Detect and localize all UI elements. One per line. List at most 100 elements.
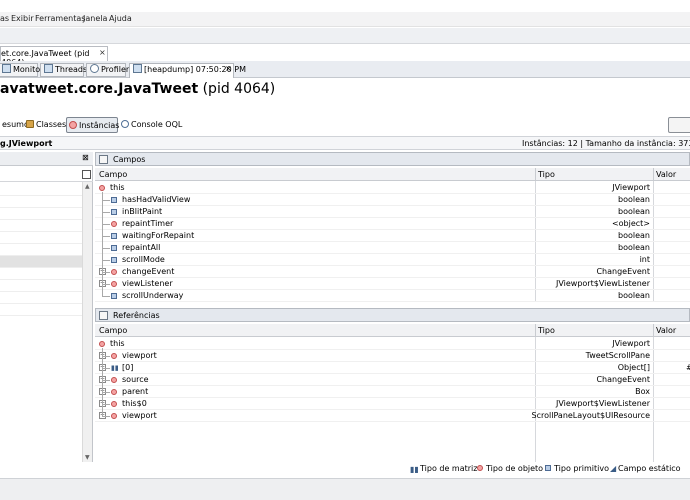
scroll-down-icon[interactable]: ▼ xyxy=(85,454,90,461)
list-item[interactable] xyxy=(0,232,82,244)
column-type[interactable]: Tipo xyxy=(538,326,555,335)
oql-icon xyxy=(121,120,129,128)
table-row[interactable]: scrollMode int xyxy=(95,254,690,266)
table-row[interactable]: +sourceChangeEvent xyxy=(95,374,690,386)
list-item[interactable] xyxy=(0,244,82,256)
references-panel-header: Referências xyxy=(95,308,690,322)
field-name: source xyxy=(122,375,149,384)
column-type[interactable]: Tipo xyxy=(538,170,555,179)
list-item[interactable] xyxy=(0,196,82,208)
field-name: viewport xyxy=(122,351,157,360)
field-name: changeEvent xyxy=(122,267,175,276)
primitive-type-icon xyxy=(111,233,117,239)
tree-line xyxy=(102,380,110,381)
list-item[interactable] xyxy=(0,220,82,232)
list-item[interactable] xyxy=(0,208,82,220)
toolbar xyxy=(0,28,690,44)
table-row[interactable]: scrollUnderway boolean xyxy=(95,290,690,302)
menu-item-tools-partial[interactable]: as xyxy=(0,14,9,23)
close-icon[interactable]: × xyxy=(99,48,106,57)
fields-icon xyxy=(99,155,108,164)
table-row[interactable]: +viewportScrollPaneLayout$UIResource xyxy=(95,410,690,422)
list-item[interactable] xyxy=(0,304,82,316)
view-instances-button[interactable]: Instâncias xyxy=(66,117,119,133)
legend-object-label: Tipo de objeto xyxy=(486,464,544,473)
table-row[interactable]: +parentBox xyxy=(95,386,690,398)
close-icon[interactable]: ⊠ xyxy=(82,153,89,162)
field-type: boolean xyxy=(618,231,650,240)
tab-threads[interactable]: Threads xyxy=(40,63,87,77)
table-row[interactable]: waitingForRepaint boolean xyxy=(95,230,690,242)
array-type-icon: ▮▮ xyxy=(111,364,119,372)
list-item[interactable] xyxy=(0,292,82,304)
static-field-icon: ◢ xyxy=(610,464,617,473)
view-classes-button[interactable]: Classes xyxy=(24,117,69,133)
column-field[interactable]: Campo xyxy=(99,326,127,335)
tab-monitor[interactable]: Monitor xyxy=(0,63,43,77)
fields-panel: Campos Campo Tipo Valor this JViewport has… xyxy=(95,152,690,302)
references-panel-title: Referências xyxy=(113,311,160,320)
field-type: boolean xyxy=(618,291,650,300)
table-row[interactable]: hasHadValidView boolean xyxy=(95,194,690,206)
table-row[interactable]: +▮▮[0]Object[]# xyxy=(95,362,690,374)
column-value[interactable]: Valor xyxy=(656,326,676,335)
project-tab[interactable]: et.core.JavaTweet (pid 4064) × xyxy=(0,46,108,67)
field-name: scrollMode xyxy=(122,255,165,264)
field-type: ChangeEvent xyxy=(596,267,650,276)
profiler-icon xyxy=(90,64,99,73)
list-item[interactable] xyxy=(0,268,82,280)
view-oql-console-button[interactable]: Console OQL xyxy=(119,117,185,133)
field-type: boolean xyxy=(618,195,650,204)
list-item[interactable] xyxy=(0,280,82,292)
tree-line xyxy=(102,368,110,369)
page-title-main: avatweet.core.JavaTweet xyxy=(0,81,199,97)
status-bar xyxy=(0,478,690,500)
table-row[interactable]: inBlitPaint boolean xyxy=(95,206,690,218)
toolbar-button[interactable] xyxy=(668,117,690,133)
menu-item-window[interactable]: Janela xyxy=(83,14,107,23)
tree-line xyxy=(102,212,110,213)
scrollbar[interactable]: ▲ ▼ xyxy=(82,182,92,462)
instance-info: Instâncias: 12 | Tamanho da instância: 3… xyxy=(522,139,690,148)
page-title: avatweet.core.JavaTweet (pid 4064) xyxy=(0,81,275,97)
legend-array-label: Tipo de matriz xyxy=(420,464,478,473)
instances-icon xyxy=(69,121,77,129)
column-value[interactable]: Valor xyxy=(656,170,676,179)
tree-line xyxy=(102,224,110,225)
field-type: JViewport xyxy=(612,183,650,192)
field-type: int xyxy=(639,255,650,264)
column-field[interactable]: Campo xyxy=(99,170,127,179)
tab-heapdump[interactable]: [heapdump] 07:50:20 PM × xyxy=(129,63,246,78)
menu-item-tools[interactable]: Ferramentas xyxy=(35,14,85,23)
close-icon[interactable]: × xyxy=(225,64,232,73)
table-row[interactable]: this JViewport xyxy=(95,338,690,350)
legend-primitive-label: Tipo primitivo xyxy=(554,464,609,473)
primitive-type-icon xyxy=(545,465,551,471)
table-row[interactable]: +this$0JViewport$ViewListener xyxy=(95,398,690,410)
table-row[interactable]: +viewportTweetScrollPane xyxy=(95,350,690,362)
fields-panel-header: Campos xyxy=(95,152,690,166)
field-type: boolean xyxy=(618,207,650,216)
table-row[interactable]: +viewListenerJViewport$ViewListener xyxy=(95,278,690,290)
menu-item-view[interactable]: Exibir xyxy=(11,14,34,23)
object-type-icon xyxy=(111,353,117,359)
field-type: JViewport$ViewListener xyxy=(555,399,650,408)
table-row[interactable]: this JViewport xyxy=(95,182,690,194)
tab-profiler[interactable]: Profiler xyxy=(86,63,129,77)
filter-icon[interactable] xyxy=(82,170,91,179)
tree-line xyxy=(102,284,110,285)
references-icon xyxy=(99,311,108,320)
field-name: repaintTimer xyxy=(122,219,174,228)
threads-icon xyxy=(44,64,53,73)
list-item[interactable] xyxy=(0,256,82,268)
tree-line xyxy=(102,356,110,357)
scroll-up-icon[interactable]: ▲ xyxy=(85,183,90,190)
table-row[interactable]: +changeEventChangeEvent xyxy=(95,266,690,278)
menu-item-help[interactable]: Ajuda xyxy=(109,14,132,23)
instances-filter-row xyxy=(0,168,93,182)
references-panel: Referências Campo Tipo Valor this JViewpo… xyxy=(95,308,690,462)
list-item[interactable] xyxy=(0,184,82,196)
table-row[interactable]: repaintAll boolean xyxy=(95,242,690,254)
table-row[interactable]: repaintTimer <object> xyxy=(95,218,690,230)
references-column-header: Campo Tipo Valor xyxy=(95,324,690,337)
